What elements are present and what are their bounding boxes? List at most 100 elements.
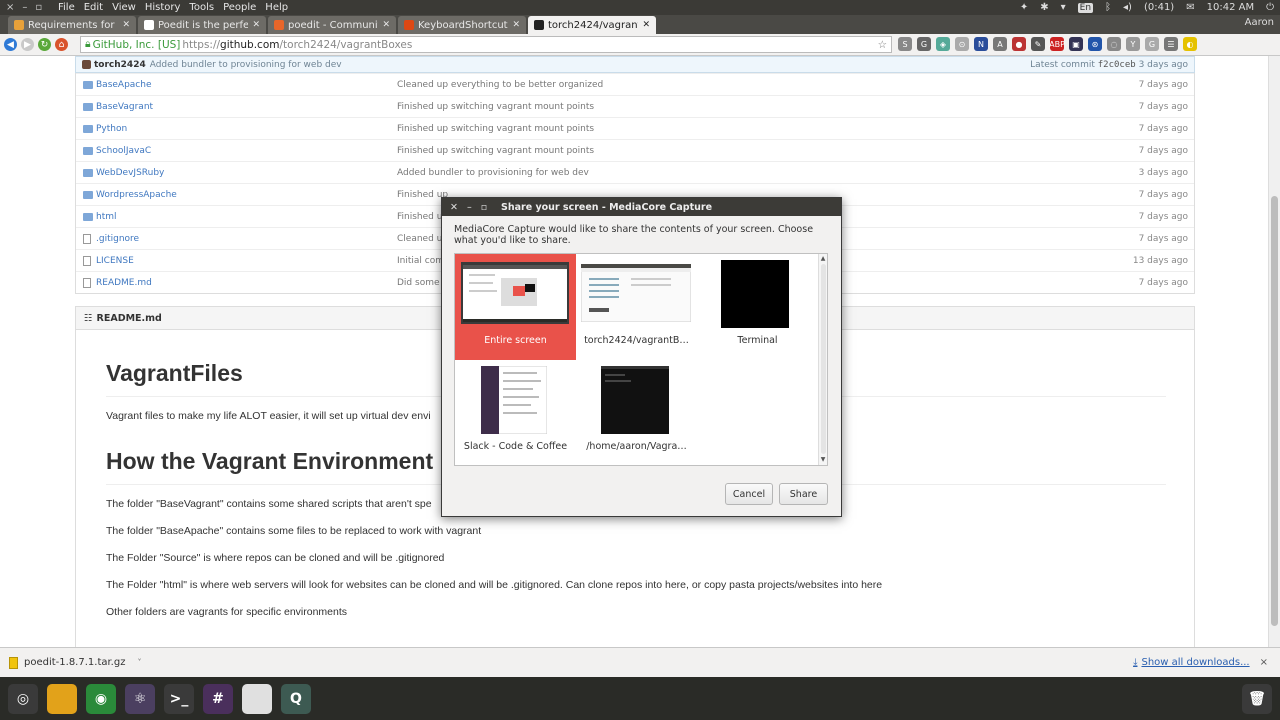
extension-icon[interactable]: ▣ bbox=[1069, 37, 1083, 51]
extension-icon[interactable]: ● bbox=[1012, 37, 1026, 51]
commit-message-link[interactable]: Finished up switching vagrant mount poin… bbox=[397, 146, 594, 156]
profile-name[interactable]: Aaron bbox=[1245, 17, 1274, 28]
avatar[interactable] bbox=[82, 60, 91, 69]
menu-help[interactable]: Help bbox=[265, 2, 288, 13]
source-entire-screen[interactable]: Entire screen bbox=[455, 254, 576, 360]
file-name-link[interactable]: WordpressApache bbox=[96, 190, 177, 200]
ubuntu-icon[interactable]: ◎ bbox=[8, 683, 38, 714]
file-name-link[interactable]: BaseVagrant bbox=[96, 102, 153, 112]
extension-icon[interactable]: ⊛ bbox=[1088, 37, 1102, 51]
scroll-up-icon[interactable]: ▲ bbox=[819, 255, 827, 263]
extension-icon[interactable]: ◐ bbox=[1183, 37, 1197, 51]
scroll-down-icon[interactable]: ▼ bbox=[819, 456, 827, 464]
source-browser-window[interactable]: torch2424/vagrantB… bbox=[576, 254, 697, 360]
commit-author[interactable]: torch2424 bbox=[94, 60, 146, 70]
share-button[interactable]: Share bbox=[779, 483, 828, 505]
cancel-button[interactable]: Cancel bbox=[725, 483, 773, 505]
extension-icon[interactable]: N bbox=[974, 37, 988, 51]
tab-close-icon[interactable]: ✕ bbox=[382, 20, 390, 30]
extension-icon[interactable]: G bbox=[1145, 37, 1159, 51]
extension-icon[interactable]: ◌ bbox=[1107, 37, 1121, 51]
source-terminal[interactable]: Terminal bbox=[697, 254, 818, 360]
tab-close-icon[interactable]: ✕ bbox=[512, 20, 520, 30]
file-name-link[interactable]: WebDevJSRuby bbox=[96, 168, 164, 178]
dialog-scrollbar[interactable]: ▲ ▼ bbox=[818, 254, 827, 465]
home-icon[interactable]: ⌂ bbox=[55, 38, 68, 51]
minimize-icon[interactable]: – bbox=[467, 202, 472, 213]
menu-file[interactable]: File bbox=[58, 2, 75, 13]
keyboard-indicator[interactable]: En bbox=[1077, 2, 1094, 13]
battery-indicator[interactable]: (0:41) bbox=[1144, 2, 1174, 13]
file-name-link[interactable]: html bbox=[96, 212, 117, 222]
files-icon[interactable] bbox=[47, 683, 77, 714]
file-name-link[interactable]: Python bbox=[96, 124, 127, 134]
show-all-downloads-link[interactable]: ⤓ Show all downloads... bbox=[1133, 657, 1250, 668]
extension-icon[interactable]: Y bbox=[1126, 37, 1140, 51]
extension-icon[interactable]: G bbox=[917, 37, 931, 51]
volume-icon[interactable]: ◂) bbox=[1123, 2, 1132, 13]
commit-message-link[interactable]: Finished up switching vagrant mount poin… bbox=[397, 102, 594, 112]
extension-icon[interactable]: S bbox=[898, 37, 912, 51]
address-bar[interactable]: 🔒︎ GitHub, Inc. [US] https://github.com/… bbox=[80, 36, 892, 53]
tab-4[interactable]: torch2424/vagrantB ✕ bbox=[528, 16, 656, 34]
minimize-icon[interactable]: – bbox=[22, 2, 27, 13]
file-name-link[interactable]: README.md bbox=[96, 278, 152, 288]
site-identity[interactable]: GitHub, Inc. [US] bbox=[93, 39, 181, 51]
piechart-icon[interactable] bbox=[242, 683, 272, 714]
clock[interactable]: 10:42 AM bbox=[1207, 2, 1254, 13]
commit-message[interactable]: Added bundler to provisioning for web de… bbox=[150, 60, 342, 70]
tab-close-icon[interactable]: ✕ bbox=[252, 20, 260, 30]
extension-icon[interactable]: ◈ bbox=[936, 37, 950, 51]
tab-close-icon[interactable]: ✕ bbox=[642, 20, 650, 30]
close-shelf-icon[interactable]: × bbox=[1260, 657, 1268, 668]
chrome-icon[interactable]: ◉ bbox=[86, 683, 116, 714]
file-name-link[interactable]: SchoolJavaC bbox=[96, 146, 151, 156]
qt-icon[interactable]: Q bbox=[281, 683, 311, 714]
url-text[interactable]: https://github.com/torch2424/vagrantBoxe… bbox=[182, 39, 412, 51]
tab-2[interactable]: poedit - Communit ✕ bbox=[268, 16, 396, 34]
source-slack[interactable]: Slack - Code & Coffee bbox=[455, 360, 576, 466]
extension-icon[interactable]: ✎ bbox=[1031, 37, 1045, 51]
mail-icon[interactable]: ✉ bbox=[1186, 2, 1194, 13]
download-item[interactable]: poedit-1.8.7.1.tar.gz ˅ bbox=[0, 656, 141, 669]
extension-icon[interactable]: A bbox=[993, 37, 1007, 51]
chevron-down-icon[interactable]: ˅ bbox=[137, 658, 141, 667]
tab-1[interactable]: Poedit is the perfec ✕ bbox=[138, 16, 266, 34]
file-name-link[interactable]: BaseApache bbox=[96, 80, 152, 90]
trash-icon[interactable]: 🗑︎ bbox=[1242, 683, 1272, 714]
reload-icon[interactable]: ↻ bbox=[38, 38, 51, 51]
menu-tools[interactable]: Tools bbox=[189, 2, 214, 13]
commit-message-link[interactable]: Added bundler to provisioning for web de… bbox=[397, 168, 589, 178]
forward-icon[interactable]: ▶ bbox=[21, 38, 34, 51]
settings-icon[interactable]: ✱ bbox=[1040, 2, 1048, 13]
maximize-icon[interactable]: ▫ bbox=[35, 2, 42, 13]
file-name-link[interactable]: .gitignore bbox=[96, 234, 139, 244]
scrollbar-track[interactable] bbox=[821, 264, 826, 454]
atom-icon[interactable]: ⚛ bbox=[125, 683, 155, 714]
extension-icon[interactable]: ⊙ bbox=[955, 37, 969, 51]
download-filename[interactable]: poedit-1.8.7.1.tar.gz bbox=[24, 657, 125, 668]
menu-view[interactable]: View bbox=[112, 2, 136, 13]
close-icon[interactable]: ✕ bbox=[450, 202, 458, 213]
power-icon[interactable]: ⏻ bbox=[1266, 2, 1274, 13]
commit-message-link[interactable]: Cleaned up everything to be better organ… bbox=[397, 80, 603, 90]
menu-edit[interactable]: Edit bbox=[84, 2, 103, 13]
terminal-icon[interactable]: >_ bbox=[164, 683, 194, 714]
source-files-window[interactable]: /home/aaron/Vagra… bbox=[576, 360, 697, 466]
tab-close-icon[interactable]: ✕ bbox=[122, 20, 130, 30]
menu-history[interactable]: History bbox=[145, 2, 181, 13]
slack-icon[interactable]: # bbox=[203, 683, 233, 714]
dialog-titlebar[interactable]: ✕ – ▫ Share your screen - MediaCore Capt… bbox=[442, 198, 841, 216]
file-name-link[interactable]: LICENSE bbox=[96, 256, 134, 266]
close-icon[interactable]: × bbox=[6, 2, 14, 13]
maximize-icon[interactable]: ▫ bbox=[481, 202, 487, 213]
commit-sha[interactable]: f2c0ceb bbox=[1098, 60, 1136, 70]
extension-icon[interactable]: ABP bbox=[1049, 37, 1065, 51]
scrollbar-thumb[interactable] bbox=[1271, 196, 1278, 626]
back-icon[interactable]: ◀ bbox=[4, 38, 17, 51]
extension-icon[interactable]: ☰ bbox=[1164, 37, 1178, 51]
page-scrollbar[interactable] bbox=[1268, 56, 1280, 647]
tab-3[interactable]: KeyboardShortcuts ✕ bbox=[398, 16, 526, 34]
bookmark-star-icon[interactable]: ☆ bbox=[878, 39, 887, 51]
menu-people[interactable]: People bbox=[223, 2, 256, 13]
